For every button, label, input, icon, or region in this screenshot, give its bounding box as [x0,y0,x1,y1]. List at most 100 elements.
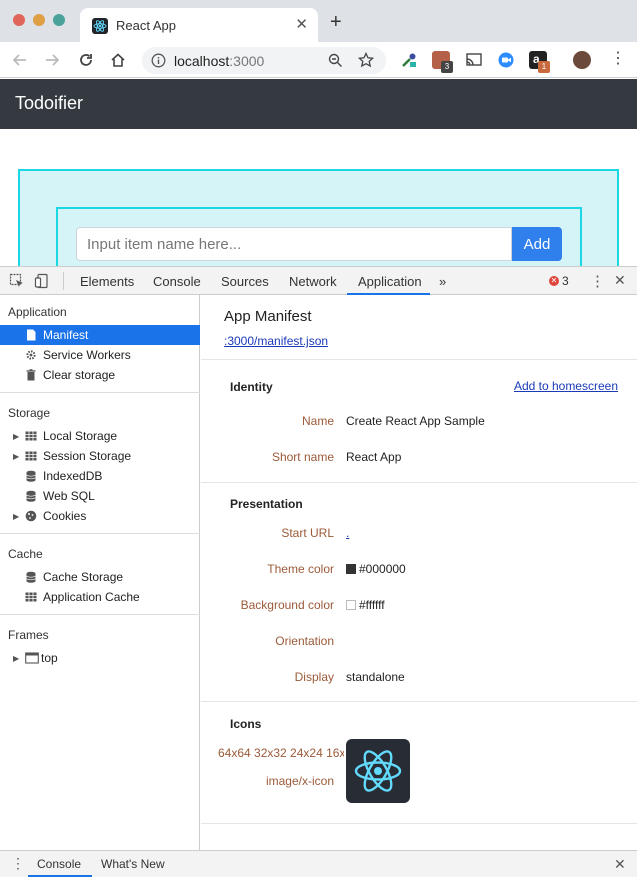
manifest-panel: App Manifest :3000/manifest.json Identit… [201,295,637,850]
react-logo-icon [346,739,410,803]
minimize-window-button[interactable] [33,14,45,26]
sidebar-heading-frames: Frames [8,628,49,642]
browser-menu-icon[interactable]: ⋮ [610,51,626,67]
table-icon [25,450,37,462]
sidebar-item-indexeddb[interactable]: IndexedDB [0,466,200,486]
expand-arrow-icon[interactable]: ▶ [13,452,19,461]
item-name-input[interactable] [76,227,512,261]
presentation-heading: Presentation [230,497,303,511]
sidebar-item-web-sql[interactable]: Web SQL [0,486,200,506]
drawer-tab-console[interactable]: Console [37,857,81,871]
manifest-link[interactable]: :3000/manifest.json [224,334,328,348]
more-tabs-button[interactable]: » [439,274,446,289]
sidebar-item-session-storage[interactable]: ▶ Session Storage [0,446,200,466]
tab-application[interactable]: Application [358,274,422,289]
section-divider [201,359,637,360]
browser-tab-strip: React App ✕ + [0,0,637,42]
error-icon: ✕ [549,276,559,286]
home-icon[interactable] [107,49,129,71]
sidebar-item-cache-storage[interactable]: Cache Storage [0,567,200,587]
expand-arrow-icon[interactable]: ▶ [13,654,19,663]
sidebar-item-top-frame[interactable]: ▶ top [0,648,200,668]
device-toolbar-icon[interactable] [34,273,50,289]
section-divider [201,701,637,702]
expand-arrow-icon[interactable]: ▶ [13,432,19,441]
cookie-icon [25,510,37,522]
short-name-label: Short name [271,450,334,464]
sidebar-item-application-cache[interactable]: Application Cache [0,587,200,607]
add-to-homescreen-link[interactable]: Add to homescreen [514,379,618,393]
sidebar-item-local-storage[interactable]: ▶ Local Storage [0,426,200,446]
start-url-label: Start URL [281,526,334,540]
back-arrow-icon[interactable] [9,49,31,71]
reload-icon[interactable] [75,49,97,71]
zoom-window-button[interactable] [53,14,65,26]
gear-icon [25,349,37,361]
browser-toolbar: localhost:3000 3 a 1 ⋮ [0,42,637,78]
drawer-menu-icon[interactable]: ⋮ [11,855,25,872]
close-devtools-icon[interactable]: ✕ [614,272,626,289]
tab-elements[interactable]: Elements [80,274,134,289]
close-icon[interactable]: ✕ [295,15,308,33]
app-navbar: Todoifier [0,79,637,129]
url-text: localhost:3000 [174,53,265,69]
trash-icon [25,369,37,381]
bookmark-star-icon[interactable] [357,51,375,71]
sidebar-heading-application: Application [8,305,67,319]
orientation-label: Orientation [275,634,334,648]
profile-avatar[interactable] [573,51,591,69]
sidebar-divider [0,533,200,534]
zoom-icon[interactable] [328,53,343,71]
table-icon [25,430,37,442]
add-button[interactable]: Add [512,227,562,261]
devtools-menu-icon[interactable]: ⋮ [590,272,605,290]
browser-tab-active[interactable]: React App ✕ [80,8,318,42]
background-color-swatch [346,600,356,610]
tab-network[interactable]: Network [289,274,337,289]
database-icon [25,490,37,502]
application-sidebar: Application Manifest Service Workers Cle… [0,295,200,850]
info-icon[interactable] [151,53,166,71]
drawer-tab-whats-new[interactable]: What's New [101,857,165,871]
toolbar-divider [63,272,64,290]
eyedropper-extension-icon[interactable] [400,51,418,69]
inspect-element-icon[interactable] [9,273,25,289]
database-icon [25,470,37,482]
icons-heading: Icons [230,717,262,731]
background-color-label: Background color [240,598,334,612]
close-window-button[interactable] [13,14,25,26]
sidebar-item-manifest[interactable]: Manifest [0,325,200,345]
background-color-value: #ffffff [346,598,385,612]
icon-sizes-label: 64x64 32x32 24x24 16x16 [218,746,344,760]
sidebar-item-cookies[interactable]: ▶ Cookies [0,506,200,526]
forward-arrow-icon[interactable] [41,49,63,71]
close-drawer-icon[interactable]: ✕ [614,856,626,873]
identity-heading: Identity [230,380,273,394]
new-tab-button[interactable]: + [330,12,342,32]
app-brand[interactable]: Todoifier [15,93,83,114]
sidebar-item-clear-storage[interactable]: Clear storage [0,365,200,385]
tab-console[interactable]: Console [153,274,201,289]
table-icon [25,591,37,603]
name-label: Name [301,414,334,428]
section-divider [201,482,637,483]
amazon-extension-icon[interactable]: a 1 [529,51,550,73]
panel-title: App Manifest [224,308,312,325]
outer-container: Add [18,169,619,287]
extension-icon[interactable]: 3 [432,51,453,73]
database-icon [25,571,37,583]
short-name-value: React App [346,450,402,464]
sidebar-divider [0,392,200,393]
sidebar-item-service-workers[interactable]: Service Workers [0,345,200,365]
start-url-value[interactable]: . [346,526,349,540]
zoom-meeting-icon[interactable] [497,51,515,69]
page-body: Add [0,129,637,287]
error-counter[interactable]: ✕ 3 [549,274,569,288]
tab-sources[interactable]: Sources [221,274,269,289]
address-bar[interactable]: localhost:3000 [142,47,386,74]
cast-icon[interactable] [465,51,483,69]
theme-color-swatch [346,564,356,574]
sidebar-divider [0,614,200,615]
frame-icon [25,652,39,664]
expand-arrow-icon[interactable]: ▶ [13,512,19,521]
